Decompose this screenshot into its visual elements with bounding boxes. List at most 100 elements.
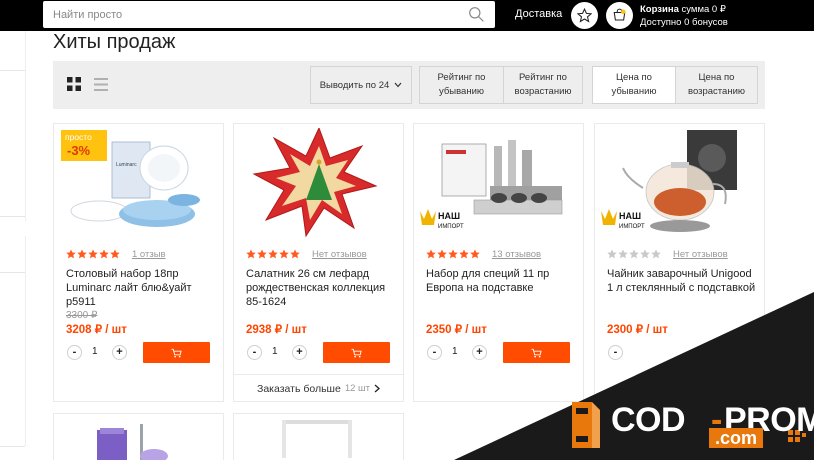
- sidebar-divider: [0, 272, 25, 273]
- grid-view-icon[interactable]: [66, 76, 82, 92]
- star-icon: [66, 249, 76, 259]
- add-to-cart-button[interactable]: [503, 342, 570, 363]
- per-page-label: Выводить по 24: [319, 79, 390, 91]
- star-icon: [618, 249, 628, 259]
- sort-label: убыванию: [438, 86, 484, 97]
- list-view-icon[interactable]: [93, 77, 109, 92]
- sidebar-border: [25, 236, 26, 446]
- cart-title: Корзина: [640, 4, 679, 15]
- star-icon: [448, 249, 458, 259]
- cart-info[interactable]: Корзина сумма 0 ₽ Доступно 0 бонусов: [640, 3, 728, 29]
- star-icon: [470, 249, 480, 259]
- star-icon: [279, 249, 289, 259]
- cart-button[interactable]: [606, 2, 633, 29]
- star-icon: [268, 249, 278, 259]
- sort-toolbar: Выводить по 24 Рейтинг по убыванию Рейтин…: [53, 61, 765, 109]
- qty-minus-button[interactable]: -: [247, 345, 262, 360]
- sort-rating-desc-button[interactable]: Рейтинг по убыванию: [419, 66, 504, 104]
- rating-stars: [426, 249, 480, 259]
- star-icon: [459, 249, 469, 259]
- promo-badge: просто -3%: [61, 130, 107, 161]
- qty-plus-button[interactable]: +: [472, 345, 487, 360]
- product-card[interactable]: [53, 413, 224, 460]
- add-to-cart-button[interactable]: [143, 342, 210, 363]
- per-page-select[interactable]: Выводить по 24: [310, 66, 412, 104]
- qty-minus-button[interactable]: -: [608, 345, 623, 360]
- product-name[interactable]: Набор для специй 11 пр Европа на подстав…: [426, 267, 576, 295]
- sort-label: возрастанию: [514, 86, 572, 97]
- sort-label: Цена по: [698, 72, 735, 83]
- rating-stars: [246, 249, 300, 259]
- rating-stars: [66, 249, 120, 259]
- delivery-link[interactable]: Доставка: [515, 8, 562, 20]
- order-more-label: Заказать больше: [256, 382, 341, 395]
- bonus-text: Доступно 0 бонусов: [640, 17, 728, 28]
- sidebar-divider: [0, 70, 25, 71]
- cart-sum: сумма 0 ₽: [681, 4, 726, 15]
- qty-minus-button[interactable]: -: [427, 345, 442, 360]
- top-bar: Доставка Корзина сумма 0 ₽ Доступно 0 бо…: [0, 0, 814, 31]
- reviews-link[interactable]: Нет отзывов: [673, 249, 728, 260]
- star-icon: [110, 249, 120, 259]
- sidebar-divider: [0, 216, 25, 217]
- star-icon: [640, 249, 650, 259]
- star-icon: [437, 249, 447, 259]
- product-card[interactable]: Luminarc просто -3% 1 отзыв Столовый наб…: [53, 123, 224, 402]
- sort-label: Рейтинг по: [437, 72, 486, 83]
- product-name[interactable]: Столовый набор 18пр Luminarc лайт блю&уа…: [66, 267, 216, 309]
- product-card[interactable]: НАШ ИМПОРТ 13 отзывов Набор для специй 1…: [413, 123, 584, 402]
- sort-label: Цена по: [616, 72, 652, 83]
- qty-minus-button[interactable]: -: [67, 345, 82, 360]
- add-to-cart-button[interactable]: [323, 342, 390, 363]
- sort-price-asc-button[interactable]: Цена по возрастанию: [675, 66, 758, 104]
- product-image[interactable]: [92, 424, 172, 460]
- old-price: 3300 ₽: [66, 310, 98, 321]
- badge-label: просто: [65, 132, 92, 142]
- search-input[interactable]: [43, 1, 463, 28]
- svg-text:НАШ: НАШ: [438, 211, 460, 221]
- sort-price-desc-button[interactable]: Цена по убыванию: [592, 66, 676, 104]
- svg-text:ИМПОРТ: ИМПОРТ: [438, 224, 464, 230]
- star-icon: [607, 249, 617, 259]
- page-title: Хиты продаж: [53, 31, 176, 53]
- qty-value[interactable]: 1: [272, 346, 278, 357]
- star-icon: [629, 249, 639, 259]
- star-icon: [290, 249, 300, 259]
- product-price: 2300 ₽ / шт: [607, 324, 668, 336]
- product-price: 2938 ₽ / шт: [246, 324, 307, 336]
- star-icon: [246, 249, 256, 259]
- qty-plus-button[interactable]: +: [292, 345, 307, 360]
- product-card[interactable]: НАШ ИМПОРТ Нет отзывов Чайник заварочный…: [594, 123, 765, 402]
- qty-plus-button[interactable]: +: [112, 345, 127, 360]
- product-name[interactable]: Салатник 26 см лефард рождественская кол…: [246, 267, 396, 309]
- cart-icon: [351, 348, 362, 357]
- star-icon: [88, 249, 98, 259]
- sort-rating-asc-button[interactable]: Рейтинг по возрастанию: [503, 66, 583, 104]
- reviews-link[interactable]: Нет отзывов: [312, 249, 367, 260]
- qty-value[interactable]: 1: [92, 346, 98, 357]
- sort-label: возрастанию: [688, 86, 745, 97]
- chevron-down-icon: [394, 82, 402, 88]
- sort-label: убыванию: [611, 86, 657, 97]
- star-icon: [257, 249, 267, 259]
- cart-icon: [613, 8, 626, 21]
- search-icon[interactable]: [468, 6, 485, 23]
- qty-value[interactable]: 1: [452, 346, 458, 357]
- sort-label: Рейтинг по: [519, 72, 567, 83]
- product-image[interactable]: [244, 128, 394, 238]
- product-card[interactable]: [233, 413, 404, 460]
- sidebar-divider: [0, 446, 25, 447]
- product-name[interactable]: Чайник заварочный Unigood 1 л стеклянный…: [607, 267, 757, 295]
- reviews-link[interactable]: 1 отзыв: [132, 249, 166, 260]
- chevron-right-icon: [374, 384, 381, 393]
- product-image[interactable]: [276, 418, 356, 458]
- reviews-link[interactable]: 13 отзывов: [492, 249, 541, 260]
- cart-icon: [171, 348, 182, 357]
- nash-import-logo: НАШ ИМПОРТ: [601, 209, 645, 230]
- watermark-cod: COD: [611, 401, 686, 439]
- product-price: 3208 ₽ / шт: [66, 324, 127, 336]
- favorites-button[interactable]: [571, 2, 598, 29]
- search-box: [43, 1, 495, 28]
- order-more-link[interactable]: Заказать больше 12 шт: [234, 374, 403, 402]
- product-card[interactable]: Нет отзывов Салатник 26 см лефард рождес…: [233, 123, 404, 402]
